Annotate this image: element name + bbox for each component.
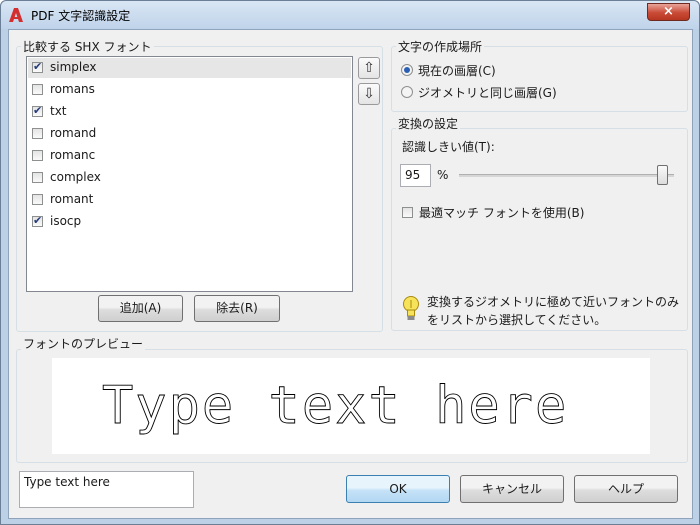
arrow-down-icon: ⇩ — [363, 86, 375, 102]
font-list-item[interactable]: romant — [28, 190, 351, 210]
geometry-layer-radio[interactable] — [401, 86, 413, 98]
font-list-item[interactable]: romanc — [28, 146, 351, 166]
font-list-item[interactable]: romans — [28, 80, 351, 100]
conversion-group-label: 変換の設定 — [396, 115, 461, 132]
font-checkbox[interactable] — [32, 128, 43, 139]
font-name: romans — [50, 82, 95, 96]
title-bar[interactable]: PDF 文字認識設定 × — [1, 1, 699, 29]
percent-label: % — [437, 168, 449, 182]
radio-selected-dot — [404, 67, 410, 73]
shx-group-label: 比較する SHX フォント — [21, 38, 154, 55]
threshold-input[interactable]: 95 — [400, 164, 431, 187]
window-title: PDF 文字認識設定 — [31, 9, 131, 23]
geometry-layer-label[interactable]: ジオメトリと同じ画層(G) — [418, 84, 557, 101]
font-list-item[interactable]: romand — [28, 124, 351, 144]
move-down-button[interactable]: ⇩ — [358, 83, 380, 105]
best-match-checkbox[interactable] — [402, 207, 413, 218]
layer-group-label: 文字の作成場所 — [396, 38, 485, 55]
font-list-item[interactable]: ✔ txt — [28, 102, 351, 122]
font-name: txt — [50, 104, 67, 118]
threshold-slider-track[interactable] — [459, 174, 674, 177]
threshold-label: 認識しきい値(T): — [402, 140, 495, 154]
preview-text: Type text here — [102, 376, 568, 436]
font-name: romant — [50, 192, 94, 206]
shx-font-list[interactable]: ✔ simplex romans ✔ txt romand romanc complex rom… — [26, 56, 353, 292]
dialog-client: 比較する SHX フォント ✔ simplex romans ✔ txt romand ro… — [8, 29, 693, 519]
ok-button[interactable]: OK — [346, 475, 450, 503]
font-checkbox[interactable]: ✔ — [32, 104, 43, 117]
font-name: romanc — [50, 148, 96, 162]
lightbulb-icon — [403, 296, 419, 320]
font-checkbox[interactable] — [32, 194, 43, 205]
current-layer-radio[interactable] — [401, 64, 413, 76]
preview-group-label: フォントのプレビュー — [21, 335, 146, 352]
autocad-logo-icon — [9, 8, 23, 22]
font-preview-area: Type text here — [52, 358, 650, 454]
font-checkbox[interactable] — [32, 84, 43, 95]
hint-line-1: 変換するジオメトリに極めて近いフォントのみ — [427, 295, 680, 309]
font-name: romand — [50, 126, 97, 140]
dialog-window: PDF 文字認識設定 × 比較する SHX フォント ✔ simplex roman… — [0, 0, 700, 525]
font-name: simplex — [50, 60, 97, 74]
cancel-button[interactable]: キャンセル — [460, 475, 564, 503]
font-checkbox[interactable] — [32, 172, 43, 183]
remove-button[interactable]: 除去(R) — [194, 295, 280, 322]
font-checkbox[interactable]: ✔ — [32, 214, 43, 227]
checkmark-icon: ✔ — [33, 104, 43, 117]
font-checkbox[interactable] — [32, 150, 43, 161]
checkmark-icon: ✔ — [33, 60, 43, 73]
sample-text-input[interactable]: Type text here — [19, 471, 194, 508]
font-name: isocp — [50, 214, 82, 228]
add-button[interactable]: 追加(A) — [98, 295, 183, 322]
close-button[interactable]: × — [647, 3, 690, 21]
hint-line-2: をリストから選択してください。 — [427, 313, 607, 327]
font-list-item[interactable]: complex — [28, 168, 351, 188]
text-layer-group — [391, 46, 688, 112]
preview-rendering: Type text here — [102, 376, 568, 437]
checkmark-icon: ✔ — [33, 214, 43, 227]
font-list-item[interactable]: ✔ simplex — [28, 58, 351, 78]
font-name: complex — [50, 170, 101, 184]
arrow-up-icon: ⇧ — [363, 60, 375, 76]
font-checkbox[interactable]: ✔ — [32, 60, 43, 73]
font-list-item[interactable]: ✔ isocp — [28, 212, 351, 232]
help-button[interactable]: ヘルプ — [574, 475, 678, 503]
close-icon: × — [663, 4, 674, 19]
current-layer-label[interactable]: 現在の画層(C) — [418, 62, 496, 79]
best-match-label[interactable]: 最適マッチ フォントを使用(B) — [419, 204, 584, 221]
move-up-button[interactable]: ⇧ — [358, 57, 380, 79]
threshold-slider-thumb[interactable] — [657, 165, 669, 185]
